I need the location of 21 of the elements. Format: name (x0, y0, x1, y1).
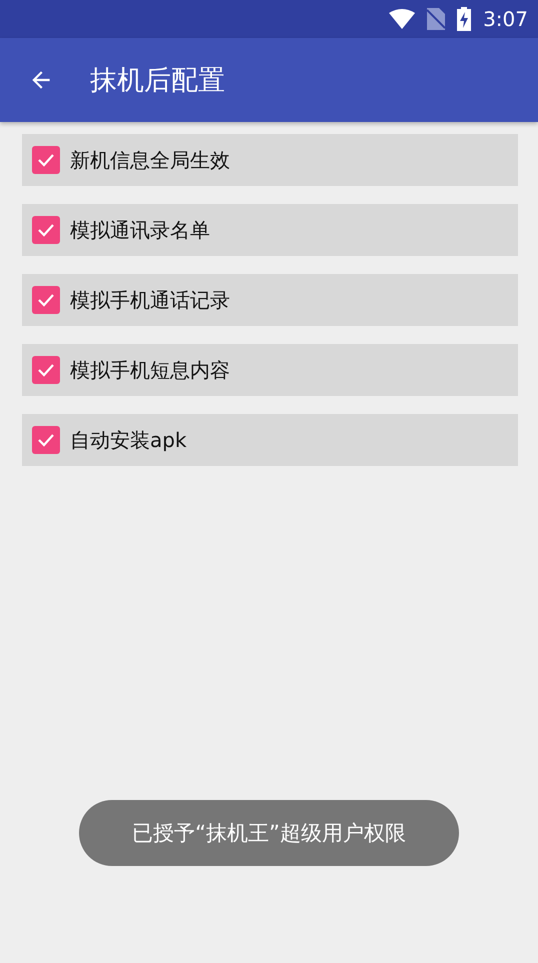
checkbox[interactable] (32, 286, 60, 314)
screen-title: 抹机后配置 (90, 64, 225, 98)
option-label: 模拟手机短息内容 (70, 356, 230, 384)
checkbox[interactable] (32, 356, 60, 384)
no-sim-icon (427, 8, 446, 30)
option-row[interactable]: 模拟手机短息内容 (22, 344, 518, 396)
checkbox[interactable] (32, 426, 60, 454)
option-label: 新机信息全局生效 (70, 146, 230, 174)
option-row[interactable]: 模拟通讯录名单 (22, 204, 518, 256)
wifi-icon (389, 9, 416, 29)
option-label: 模拟手机通话记录 (70, 286, 230, 314)
checkbox[interactable] (32, 216, 60, 244)
option-row[interactable]: 模拟手机通话记录 (22, 274, 518, 326)
option-label: 自动安装apk (70, 426, 187, 454)
option-label: 模拟通讯录名单 (70, 216, 210, 244)
option-row[interactable]: 自动安装apk (22, 414, 518, 466)
checkbox[interactable] (32, 146, 60, 174)
clock-time: 3:07 (483, 7, 528, 31)
option-row[interactable]: 新机信息全局生效 (22, 134, 518, 186)
battery-charging-icon (457, 7, 472, 31)
toast-message: 已授予“抹机王”超级用户权限 (79, 800, 459, 866)
